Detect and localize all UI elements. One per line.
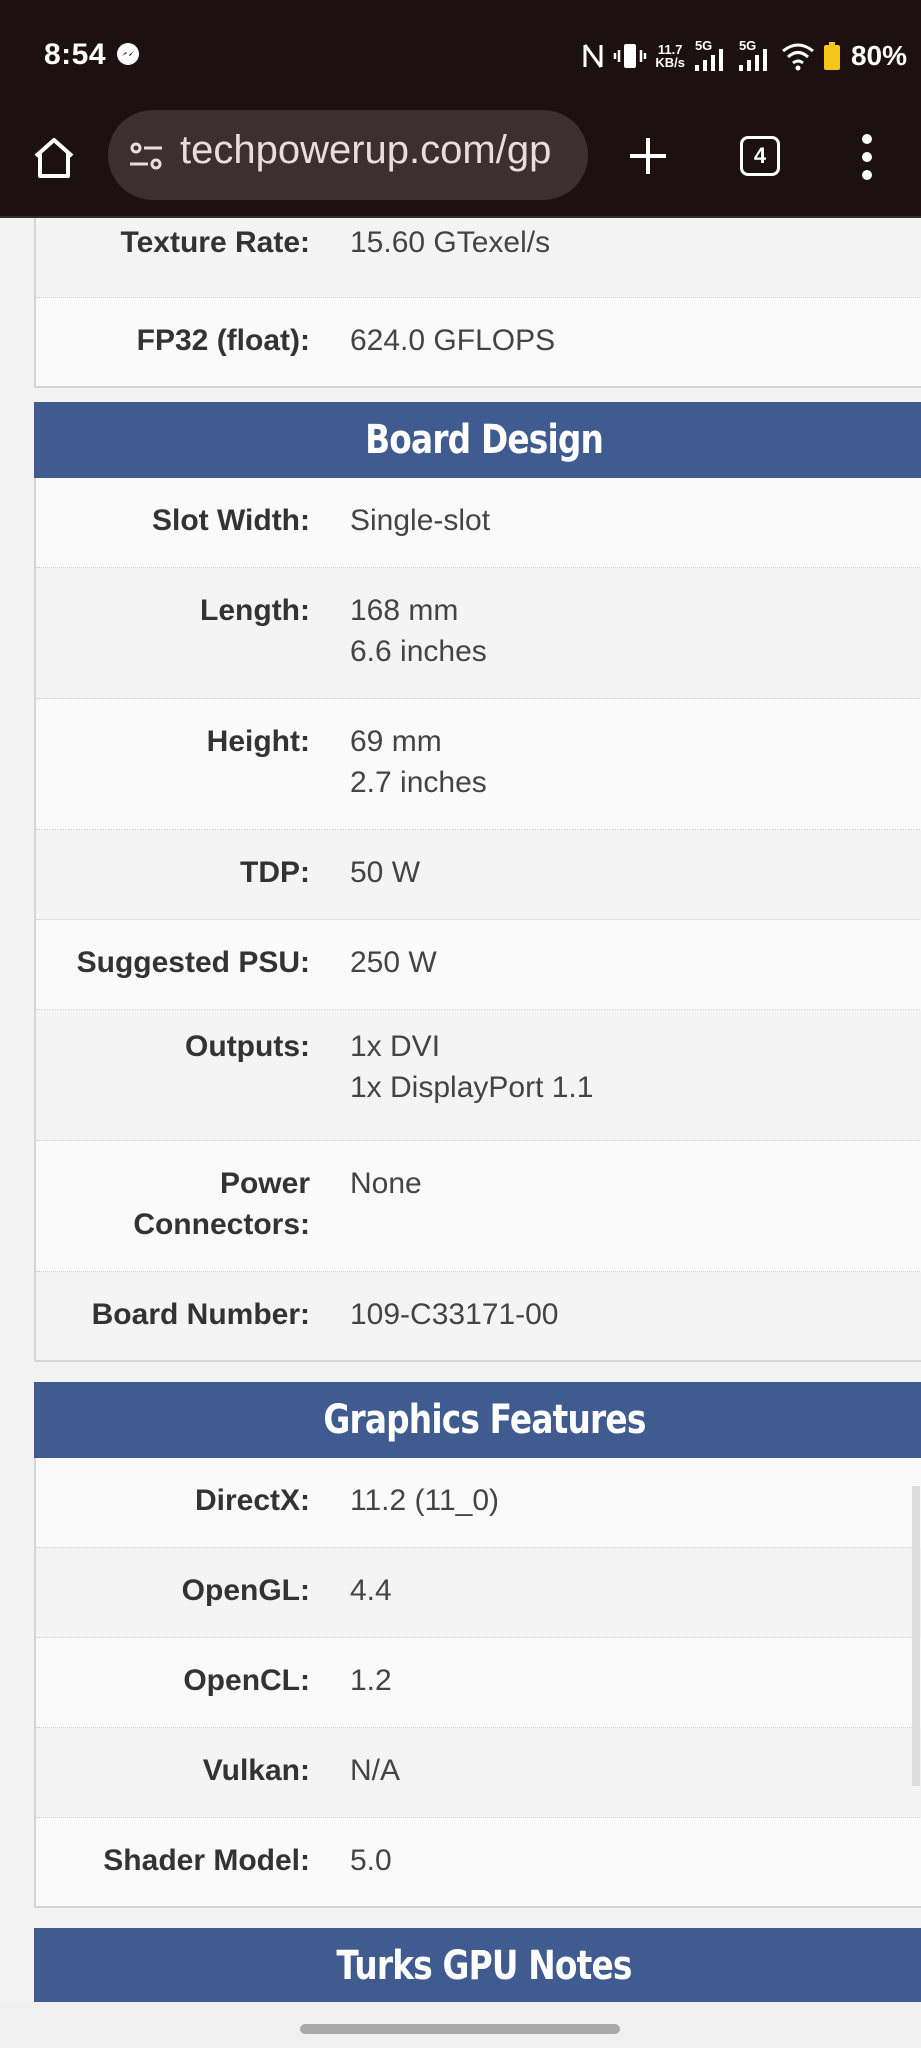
- row-label: Suggested PSU:: [76, 946, 310, 979]
- system-nav-bar: [0, 2002, 921, 2048]
- row-value: 624.0 GFLOPS: [350, 324, 556, 357]
- row-label: OpenGL:: [181, 1574, 310, 1607]
- row-value: 11.2 (11_0): [350, 1484, 499, 1517]
- section-title: Board Design: [365, 417, 604, 463]
- row-value: Single-slot: [350, 504, 491, 537]
- table-row: Length: 168 mm 6.6 inches: [36, 568, 921, 699]
- row-label: Shader Model:: [103, 1844, 310, 1877]
- section-header-graphics-features: Graphics Features: [34, 1382, 921, 1458]
- section-title: Graphics Features: [322, 1397, 646, 1443]
- row-label: FP32 (float):: [136, 324, 310, 357]
- clock: 8:54: [44, 38, 107, 71]
- board-design-table: Slot Width: Single-slot Length: 168 mm 6…: [34, 478, 921, 1362]
- scrollbar-thumb[interactable]: [912, 1486, 920, 1786]
- row-value: 4.4: [350, 1574, 392, 1607]
- row-label: Length:: [200, 594, 310, 627]
- address-bar-content: techpowerup.com/gp: [108, 110, 588, 200]
- row-value: 50 W: [350, 856, 421, 889]
- row-label: Board Number:: [91, 1298, 310, 1331]
- nfc-icon: [583, 44, 603, 68]
- row-value: 250 W: [350, 946, 437, 979]
- row-value: N/A: [350, 1754, 401, 1787]
- tab-switcher-button[interactable]: 4: [740, 136, 780, 176]
- status-icons: 11.7 KB/s 5G 5G 80%: [581, 36, 907, 76]
- net-speed-unit: KB/s: [655, 55, 685, 70]
- table-row: Suggested PSU: 250 W: [36, 920, 921, 1010]
- clock-speeds-table-partial: Texture Rate: 15.60 GTexel/s FP32 (float…: [34, 218, 921, 388]
- table-row: OpenGL: 4.4: [36, 1548, 921, 1638]
- row-label: Height:: [206, 725, 310, 758]
- row-label: Vulkan:: [202, 1754, 310, 1787]
- row-value: 168 mm 6.6 inches: [350, 594, 487, 668]
- row-label: Outputs:: [185, 1030, 310, 1063]
- table-row: DirectX: 11.2 (11_0): [36, 1458, 921, 1548]
- signal-bars-icon: [694, 49, 723, 71]
- row-value: 1x DVI 1x DisplayPort 1.1: [350, 1030, 594, 1104]
- graphics-features-table: DirectX: 11.2 (11_0) OpenGL: 4.4 OpenCL:…: [34, 1458, 921, 1908]
- table-row: Slot Width: Single-slot: [36, 478, 921, 568]
- new-tab-icon[interactable]: [626, 134, 670, 178]
- row-label: DirectX:: [194, 1484, 310, 1517]
- row-value: 5.0: [350, 1844, 392, 1877]
- row-value: 1.2: [350, 1664, 392, 1697]
- row-label: Texture Rate:: [120, 226, 311, 259]
- row-value: 15.60 GTexel/s: [350, 226, 551, 259]
- section-header-gpu-notes: Turks GPU Notes: [34, 1928, 921, 2002]
- messenger-icon: [117, 43, 139, 65]
- browser-toolbar: techpowerup.com/gp 4: [0, 110, 921, 218]
- table-row: Shader Model: 5.0: [36, 1818, 921, 1906]
- table-row: Outputs: 1x DVI 1x DisplayPort 1.1: [36, 1010, 921, 1141]
- network-speed: 11.7 KB/s: [655, 43, 685, 69]
- battery-percent: 80%: [850, 40, 907, 71]
- table-row: OpenCL: 1.2: [36, 1638, 921, 1728]
- status-bar: 8:54 11.7 KB/s 5G 5G 80%: [0, 0, 921, 110]
- row-label: Power Connectors:: [133, 1167, 310, 1241]
- table-row: Vulkan: N/A: [36, 1728, 921, 1818]
- url-text[interactable]: techpowerup.com/gp: [180, 128, 551, 173]
- signal-bars-icon: [738, 49, 767, 71]
- row-value: 109-C33171-00: [350, 1298, 559, 1331]
- section-header-board-design: Board Design: [34, 402, 921, 478]
- row-value: 69 mm 2.7 inches: [350, 725, 487, 799]
- table-row: FP32 (float): 624.0 GFLOPS: [36, 298, 921, 386]
- table-row: TDP: 50 W: [36, 830, 921, 920]
- table-row: Board Number: 109-C33171-00: [36, 1272, 921, 1360]
- more-menu-icon[interactable]: [856, 132, 878, 182]
- table-row: Power Connectors: None: [36, 1141, 921, 1272]
- gesture-handle[interactable]: [300, 2024, 620, 2034]
- signal-5g-1: 5G: [693, 39, 729, 73]
- vibrate-icon: [614, 44, 647, 68]
- page-content: Texture Rate: 15.60 GTexel/s FP32 (float…: [0, 218, 921, 2002]
- table-row: Texture Rate: 15.60 GTexel/s: [36, 218, 921, 298]
- home-icon[interactable]: [30, 134, 78, 182]
- row-label: OpenCL:: [183, 1664, 310, 1697]
- signal-5g-2: 5G: [737, 39, 773, 73]
- site-settings-icon[interactable]: [128, 138, 164, 174]
- row-label: Slot Width:: [151, 504, 310, 537]
- row-value: None: [350, 1167, 422, 1200]
- row-label: TDP:: [240, 856, 310, 889]
- battery-icon: [823, 42, 840, 70]
- wifi-icon: [782, 43, 814, 71]
- section-title: Turks GPU Notes: [336, 1943, 632, 1989]
- table-row: Height: 69 mm 2.7 inches: [36, 699, 921, 830]
